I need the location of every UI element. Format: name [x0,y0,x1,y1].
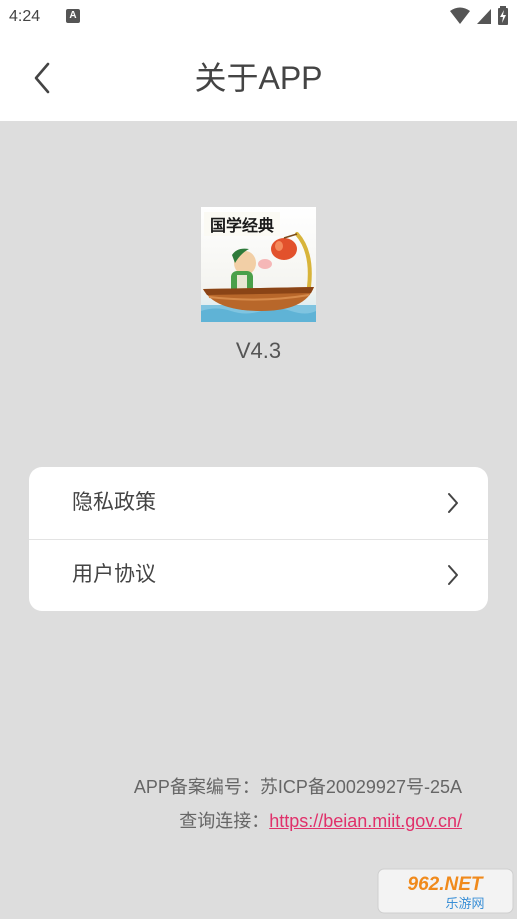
query-link[interactable]: https://beian.miit.gov.cn/ [269,811,462,831]
app-icon: 国学经典 [201,207,316,322]
menu-item-privacy-policy[interactable]: 隐私政策 [29,467,488,539]
app-record-number: APP备案编号：苏ICP备20029927号-25A [134,773,462,799]
chevron-right-icon [446,491,460,515]
record-label: APP备案编号： [133,777,260,797]
settings-menu: 隐私政策 用户协议 [29,467,488,611]
notification-icon: A [66,9,80,23]
status-icons [445,6,509,28]
watermark-top: 962.NET [408,874,484,895]
query-label: 查询连接： [179,811,270,831]
app-version: V4.3 [235,338,282,363]
page-title: 关于APP [194,60,323,96]
status-time: 4:24 [9,8,41,25]
app-icon-title: 国学经典 [210,216,274,235]
chevron-right-icon [446,563,460,587]
back-arrow-icon [34,62,50,94]
signal-icon [477,9,491,24]
record-value: 苏ICP备20029927号-25A [259,777,462,797]
menu-item-label: 隐私政策 [72,490,156,514]
battery-charging-icon [498,6,508,25]
app-icon-illustration: 国学经典 [201,207,316,322]
app-header: 关于APP [0,36,517,121]
menu-item-label: 用户协议 [72,562,156,586]
status-bar: 4:24 A [0,0,517,36]
menu-item-user-agreement[interactable]: 用户协议 [29,539,488,611]
watermark-logo: 962.NET 乐游网 [377,868,514,914]
back-button[interactable] [26,56,62,100]
query-link-row: 查询连接：https://beian.miit.gov.cn/ [179,807,462,833]
watermark-bottom: 乐游网 [445,897,484,912]
wifi-icon [450,7,470,24]
